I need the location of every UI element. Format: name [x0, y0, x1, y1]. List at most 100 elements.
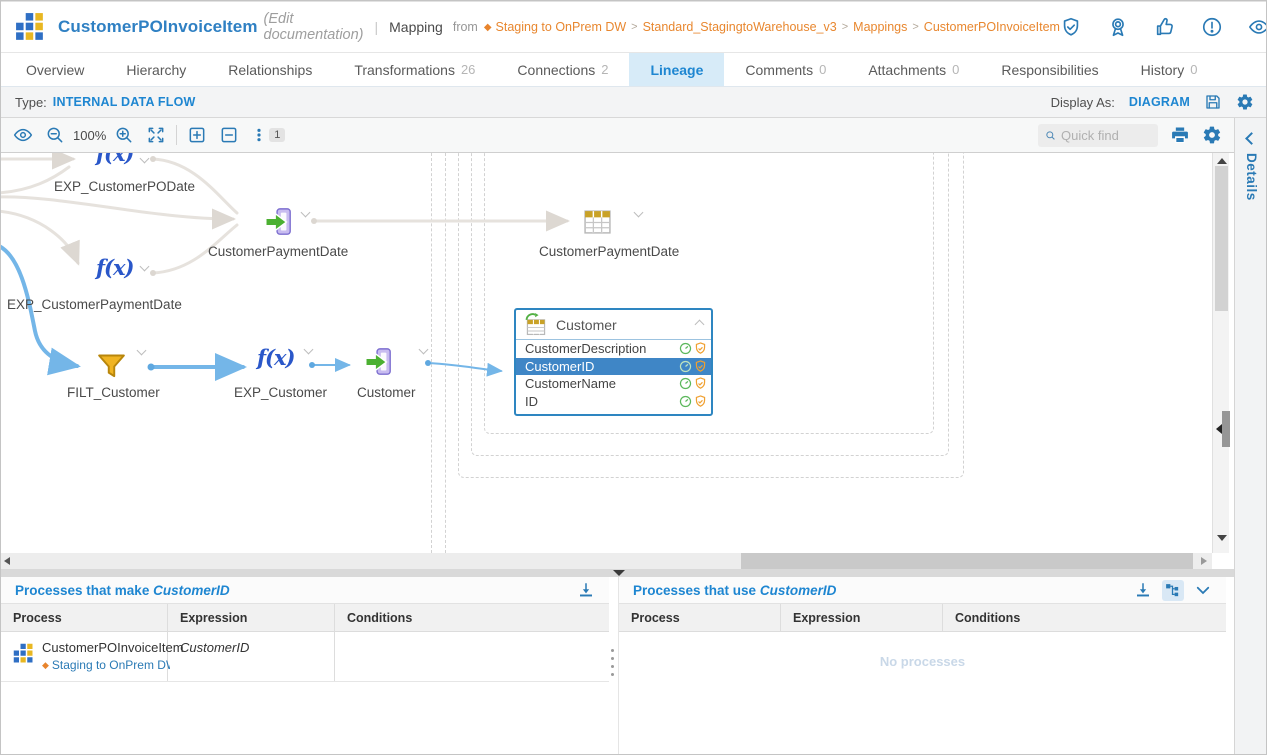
panel-splitter[interactable]	[1, 569, 1234, 577]
node-exp-customer[interactable]: f(x)	[257, 345, 294, 370]
chevron-up-icon[interactable]	[695, 320, 705, 330]
make-table-row[interactable]: CustomerPOInvoiceItem ◆ Staging to OnPre…	[1, 632, 609, 682]
tab-responsibilities[interactable]: Responsibilities	[980, 53, 1119, 86]
breadcrumb-current[interactable]: CustomerPOInvoiceItem	[924, 20, 1060, 34]
download-icon[interactable]	[1134, 581, 1152, 599]
certification-ribbon-icon[interactable]	[1107, 16, 1129, 38]
tab-lineage[interactable]: Lineage	[629, 53, 724, 86]
tab-transformations[interactable]: Transformations26	[333, 53, 496, 86]
node-customer-payment-date-port[interactable]	[263, 207, 293, 240]
node-exp-customer-payment-date[interactable]: f(x)	[96, 255, 133, 280]
field-row-customerdescription[interactable]: CustomerDescription	[516, 340, 711, 358]
expand-all-icon[interactable]	[187, 125, 207, 145]
horizontal-scroll-thumb[interactable]	[741, 553, 1193, 569]
tab-attachments[interactable]: Attachments0	[847, 53, 980, 86]
tab-label: Comments	[745, 62, 813, 78]
collapse-panel-chevron-icon[interactable]	[1194, 581, 1212, 599]
expression-fx-icon: f(x)	[96, 255, 133, 280]
tab-comments[interactable]: Comments 0	[724, 53, 847, 86]
quick-find-input[interactable]	[1061, 128, 1151, 143]
title-subject: CustomerID	[153, 583, 230, 598]
fit-to-screen-icon[interactable]	[146, 125, 166, 145]
process-name[interactable]: CustomerPOInvoiceItem	[42, 640, 184, 655]
breadcrumb-resource[interactable]: Staging to OnPrem DW	[496, 20, 627, 34]
node-exp-customer-po-date[interactable]: f(x)	[96, 153, 133, 166]
scroll-left-arrow[interactable]	[4, 557, 10, 565]
thumbs-up-icon[interactable]	[1154, 16, 1176, 38]
tab-label: Attachments	[868, 62, 946, 78]
node-customer-port[interactable]	[363, 347, 393, 380]
toolbar-overflow-badge[interactable]: 1	[269, 128, 285, 142]
display-as-value[interactable]: DIAGRAM	[1129, 95, 1190, 109]
field-status-icons	[679, 377, 707, 390]
column-process[interactable]: Process	[1, 604, 168, 631]
node-label[interactable]: EXP_CustomerPaymentDate	[7, 297, 182, 312]
tab-history[interactable]: History0	[1120, 53, 1219, 86]
column-process[interactable]: Process	[619, 604, 781, 631]
node-label[interactable]: FILT_Customer	[67, 385, 160, 400]
field-row-customerid[interactable]: CustomerID	[516, 358, 711, 376]
table-icon	[583, 207, 612, 236]
title-subject: CustomerID	[760, 583, 837, 598]
details-panel-collapse-handle[interactable]	[1222, 411, 1230, 447]
node-label[interactable]: CustomerPaymentDate	[539, 244, 679, 259]
customer-table-node[interactable]: Customer CustomerDescription CustomerID …	[514, 308, 713, 416]
show-lineage-eye-icon[interactable]	[13, 125, 33, 145]
node-customer-payment-date-table[interactable]	[583, 207, 612, 239]
print-icon[interactable]	[1170, 125, 1190, 145]
breadcrumb-project[interactable]: Standard_StagingtoWarehouse_v3	[643, 20, 837, 34]
diagram-settings-gear-icon[interactable]	[1202, 125, 1222, 145]
node-label[interactable]: Customer	[357, 385, 416, 400]
lineage-tree-icon	[1164, 582, 1181, 599]
scroll-up-arrow[interactable]	[1217, 158, 1227, 164]
field-row-customername[interactable]: CustomerName	[516, 375, 711, 393]
customer-table-header[interactable]: Customer	[516, 310, 711, 340]
node-filt-customer[interactable]	[95, 350, 128, 386]
vertical-scroll-thumb[interactable]	[1215, 166, 1228, 311]
tab-hierarchy[interactable]: Hierarchy	[105, 53, 207, 86]
download-icon[interactable]	[577, 581, 595, 599]
column-expression[interactable]: Expression	[168, 604, 335, 631]
field-name: ID	[525, 394, 679, 409]
customer-table-title: Customer	[556, 317, 617, 333]
shield-check-icon[interactable]	[1060, 16, 1082, 38]
node-label[interactable]: EXP_CustomerPODate	[54, 179, 195, 194]
chevron-left-icon[interactable]	[1245, 132, 1258, 145]
scroll-down-arrow[interactable]	[1217, 535, 1227, 541]
details-rail[interactable]: Details	[1234, 118, 1267, 755]
collapse-all-icon[interactable]	[219, 125, 239, 145]
bottom-panel-resize-grip[interactable]	[611, 649, 614, 676]
tab-overview[interactable]: Overview	[5, 53, 105, 86]
node-label[interactable]: EXP_Customer	[234, 385, 327, 400]
data-quality-gauge-icon	[679, 360, 692, 373]
process-path-link[interactable]: Staging to OnPrem DW > St	[52, 658, 170, 672]
save-diagram-icon[interactable]	[1204, 93, 1222, 111]
diagram-horizontal-scrollbar[interactable]	[1, 553, 1212, 569]
tab-connections[interactable]: Connections2	[496, 53, 629, 86]
column-conditions[interactable]: Conditions	[943, 604, 1226, 631]
make-panel-title: Processes that make CustomerID	[15, 583, 230, 598]
search-icon	[1045, 128, 1056, 143]
alert-circle-icon[interactable]	[1201, 16, 1223, 38]
field-row-id[interactable]: ID	[516, 393, 711, 411]
column-conditions[interactable]: Conditions	[335, 604, 609, 631]
splitter-collapse-triangle[interactable]	[613, 570, 625, 576]
lineage-tree-toggle[interactable]	[1162, 580, 1184, 601]
settings-gear-icon[interactable]	[1236, 93, 1254, 111]
tab-count: 0	[819, 62, 826, 77]
node-label[interactable]: CustomerPaymentDate	[208, 244, 348, 259]
lineage-diagram-canvas[interactable]: f(x) EXP_CustomerPODate CustomerPaymentD…	[1, 153, 1212, 553]
watch-eye-icon[interactable]	[1248, 16, 1267, 38]
zoom-in-icon[interactable]	[114, 125, 134, 145]
edit-documentation-link[interactable]: (Edit documentation)	[264, 11, 364, 43]
breadcrumb-separator: >	[912, 21, 918, 33]
tab-relationships[interactable]: Relationships	[207, 53, 333, 86]
from-label: from	[453, 20, 478, 34]
details-rail-label[interactable]: Details	[1244, 153, 1259, 201]
breadcrumb-mappings[interactable]: Mappings	[853, 20, 907, 34]
zoom-out-icon[interactable]	[45, 125, 65, 145]
scroll-right-arrow[interactable]	[1201, 557, 1207, 565]
diagram-vertical-scrollbar[interactable]	[1212, 153, 1229, 553]
column-expression[interactable]: Expression	[781, 604, 943, 631]
toolbar-more-icon[interactable]	[251, 125, 267, 145]
